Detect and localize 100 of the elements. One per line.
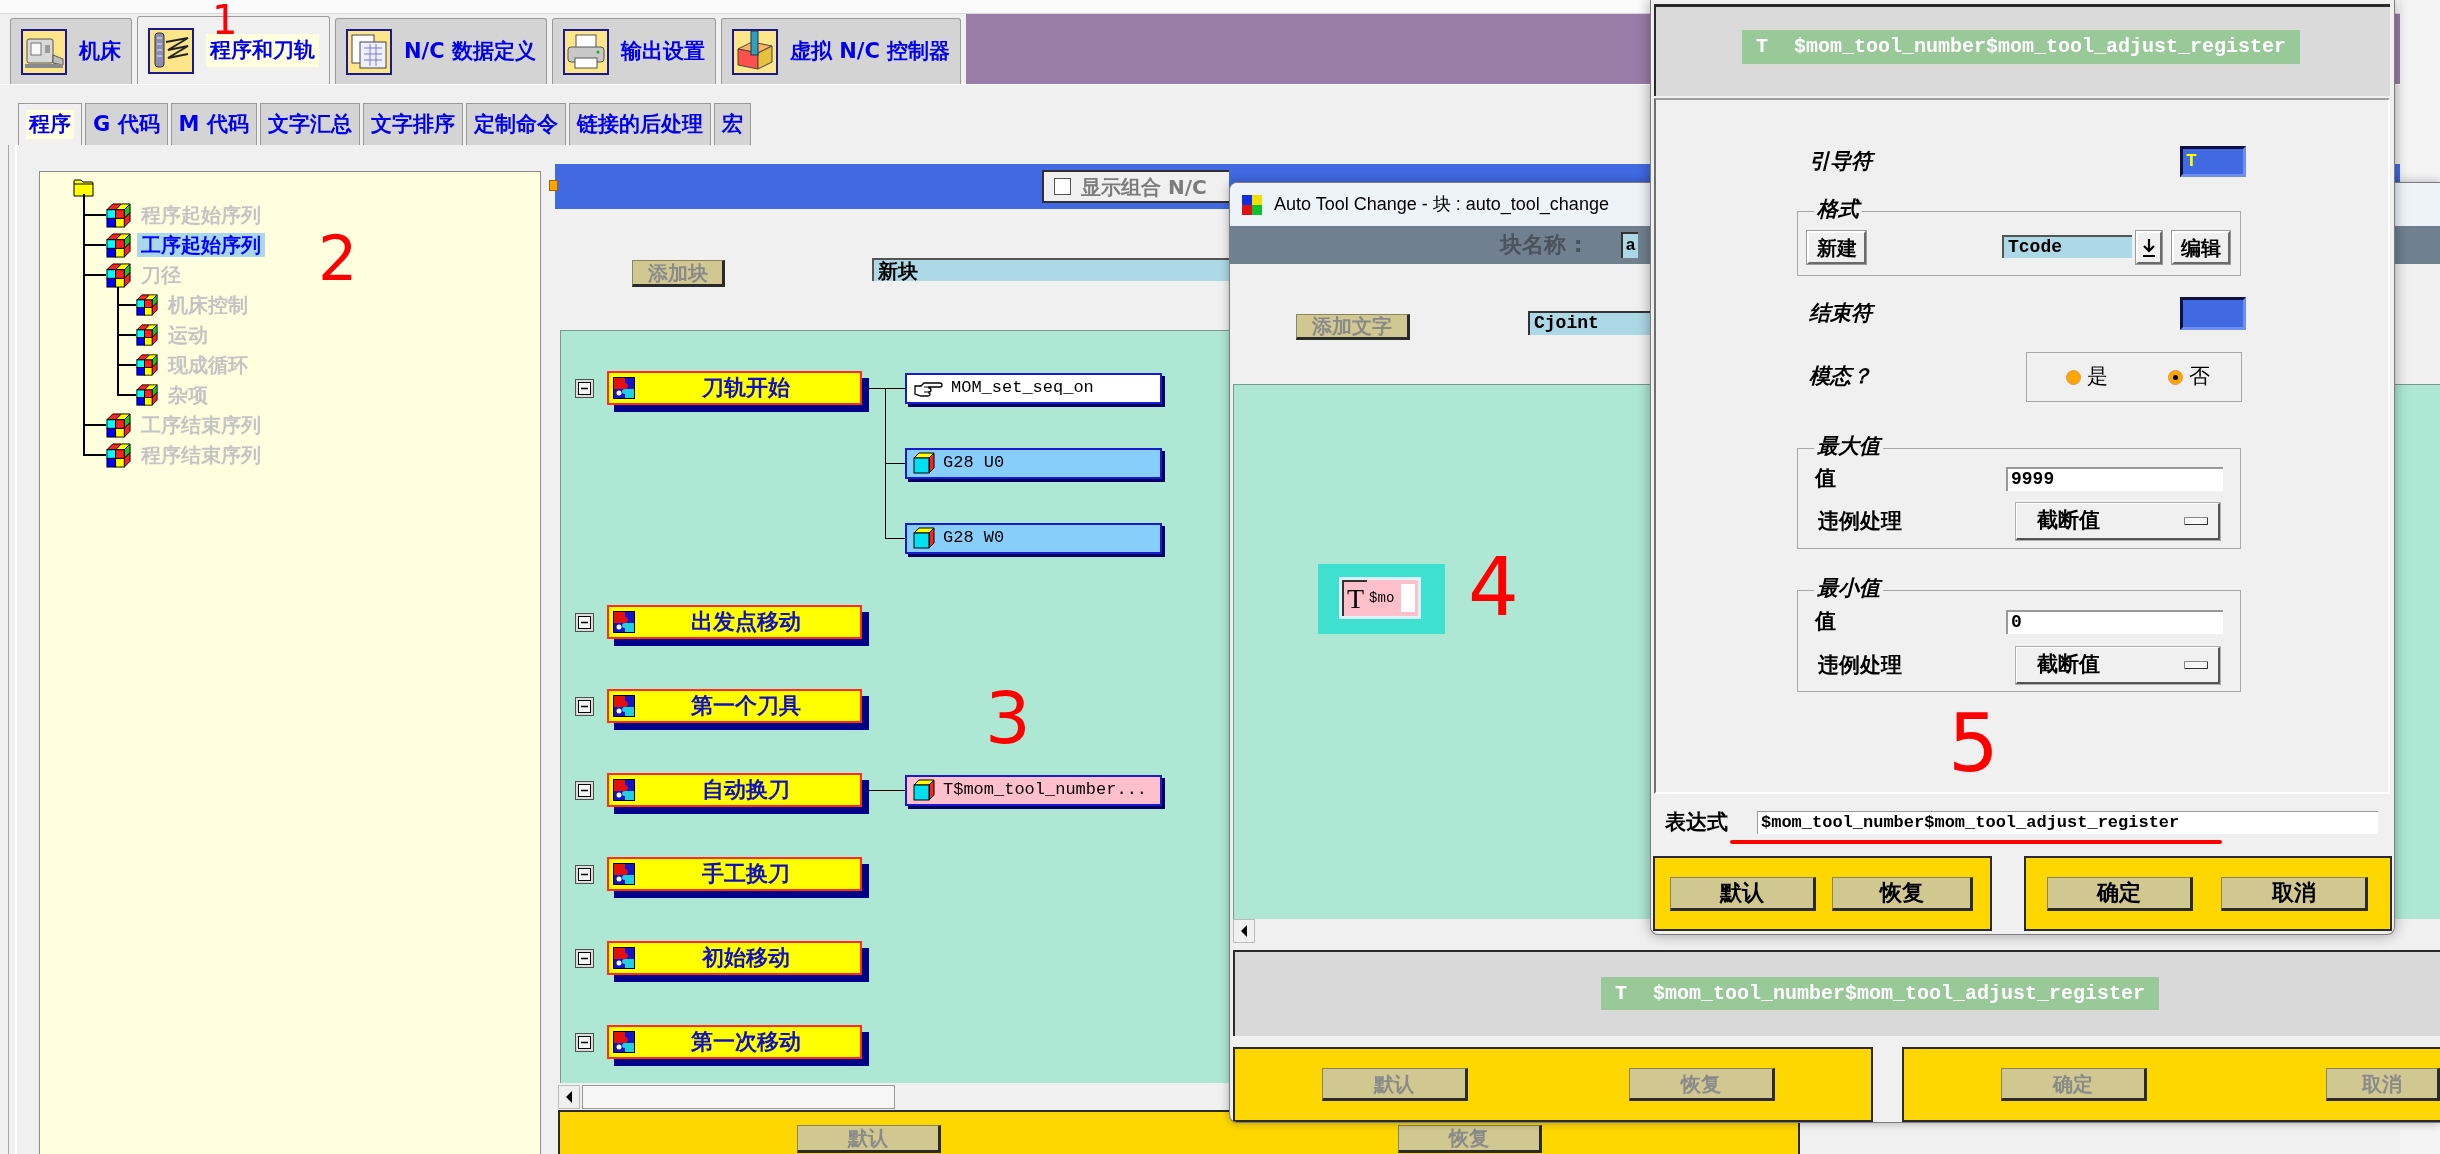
collapse-icon[interactable] xyxy=(575,378,594,398)
scroll-left-button[interactable] xyxy=(1233,919,1255,943)
puzzle-icon xyxy=(613,377,635,399)
annotation-number: 4 xyxy=(1468,548,1519,628)
cursor-block-icon xyxy=(1401,584,1415,612)
dialog-button[interactable]: 确定 xyxy=(2047,877,2193,911)
radio-label: 是 xyxy=(2087,364,2108,390)
tree-item[interactable]: 工序起始序列 xyxy=(137,233,265,257)
annotation-number: 5 xyxy=(1948,704,1999,784)
dialog-button[interactable]: 默认 xyxy=(1670,877,1816,911)
colored-cube-icon xyxy=(136,294,158,316)
subtab[interactable]: M 代码 xyxy=(170,103,257,145)
scrollbar-thumb[interactable] xyxy=(582,1084,895,1109)
word-cell[interactable]: G28 U0 xyxy=(905,447,1162,479)
colored-cube-icon xyxy=(136,384,158,406)
puzzle-icon xyxy=(613,863,635,885)
word-select-field[interactable]: Cjoint xyxy=(1528,311,1650,335)
machine-icon xyxy=(21,28,67,75)
scroll-left-button[interactable] xyxy=(558,1084,580,1109)
field-label: 违例处理 xyxy=(1817,652,1903,679)
subtab[interactable]: 程序 xyxy=(18,103,82,145)
printer-icon xyxy=(562,28,609,75)
collapse-icon[interactable] xyxy=(575,864,594,884)
puzzle-icon xyxy=(613,1031,635,1053)
colored-cube-icon xyxy=(106,412,131,438)
checkbox-label: 显示组合 N/C xyxy=(1081,174,1207,199)
field-label: 引导符 xyxy=(1809,148,2180,175)
subtab[interactable]: 链接的后处理 xyxy=(568,103,711,145)
field-label: 值 xyxy=(1815,466,1837,492)
value-field[interactable]: 9999 xyxy=(2006,467,2223,491)
collapse-icon[interactable] xyxy=(575,780,594,800)
cube-icon xyxy=(913,452,935,474)
colored-cube-icon xyxy=(106,202,131,228)
word-cell[interactable]: MOM_set_seq_on xyxy=(905,372,1162,404)
colored-cube-icon xyxy=(106,442,131,468)
puzzle-icon xyxy=(613,779,635,801)
field-label: 值 xyxy=(1815,609,1837,635)
dialog-button[interactable]: 恢复 xyxy=(1832,877,1973,911)
collapse-icon[interactable] xyxy=(575,612,594,632)
radio-label: 否 xyxy=(2189,364,2210,390)
tab[interactable]: 机床 xyxy=(10,18,132,84)
collapse-icon[interactable] xyxy=(575,948,594,968)
radio-button[interactable] xyxy=(2168,369,2183,385)
left-arrow-icon xyxy=(1240,925,1248,937)
tab[interactable]: 虚拟 N/C 控制器 xyxy=(720,18,962,84)
trailer-field[interactable] xyxy=(2180,297,2246,330)
format-field[interactable]: Tcode xyxy=(2002,235,2132,258)
format-dropdown-button[interactable] xyxy=(2136,231,2162,264)
splitter-handle[interactable] xyxy=(549,180,558,191)
violation-dropdown[interactable]: 截断值 xyxy=(2016,647,2220,684)
field-label: 表达式 xyxy=(1665,809,1729,836)
word-text: $mo xyxy=(1369,589,1395,607)
cube-icon xyxy=(913,527,935,549)
spreadsheet-icon xyxy=(346,28,392,75)
preview-expression: $mom_tool_number$mom_tool_adjust_register xyxy=(1653,981,2146,1006)
preview-leader: T xyxy=(1756,35,1768,59)
new-button[interactable]: 新建 xyxy=(1807,231,1866,264)
subtab[interactable]: 定制命令 xyxy=(465,103,566,145)
word-cell[interactable]: G28 W0 xyxy=(905,522,1162,554)
tab[interactable]: 输出设置 xyxy=(551,18,716,84)
block-name-field[interactable]: a xyxy=(1621,232,1639,258)
collapse-icon[interactable] xyxy=(575,696,594,716)
field-label: 模态？ xyxy=(1809,364,1873,390)
dropdown-indicator-icon xyxy=(2184,517,2208,525)
collapse-icon[interactable] xyxy=(575,1032,594,1052)
subtab[interactable]: 宏 xyxy=(713,103,751,145)
cutter-icon xyxy=(731,28,778,75)
cube-icon xyxy=(913,779,935,801)
word-cell[interactable]: T$mom_tool_number... xyxy=(905,774,1162,806)
colored-cube-icon xyxy=(136,324,158,346)
annotation-number: 2 xyxy=(318,228,358,290)
checkbox[interactable] xyxy=(1054,178,1071,195)
puzzle-icon xyxy=(613,695,635,717)
puzzle-icon xyxy=(613,947,635,969)
down-arrow-icon xyxy=(2142,237,2156,258)
group-title: 最小值 xyxy=(1814,576,1883,602)
expression-field[interactable]: $mom_tool_number$mom_tool_adjust_register xyxy=(1757,811,2378,834)
violation-dropdown[interactable]: 截断值 xyxy=(2016,503,2220,540)
subtab[interactable]: 文字排序 xyxy=(362,103,463,145)
subtab[interactable]: 文字汇总 xyxy=(259,103,360,145)
leader-field[interactable]: T xyxy=(2180,146,2246,177)
colored-cube-icon xyxy=(106,232,131,258)
group-title: 格式 xyxy=(1814,197,1862,223)
folder-icon xyxy=(73,179,94,197)
block-name-field[interactable]: 新块 xyxy=(872,258,1229,281)
field-label: 结束符 xyxy=(1809,300,2180,327)
window-title: Auto Tool Change - 块 : auto_tool_change xyxy=(1274,193,1609,216)
color-grid-icon xyxy=(1241,193,1263,216)
preview-expression: $mom_tool_number$mom_tool_adjust_register xyxy=(1794,35,2287,59)
dialog-button[interactable]: 取消 xyxy=(2221,877,2368,911)
toolpath-icon xyxy=(148,27,194,74)
left-arrow-icon xyxy=(565,1090,573,1103)
subtab[interactable]: G 代码 xyxy=(85,103,168,145)
field-label: 违例处理 xyxy=(1817,508,1903,535)
radio-button[interactable] xyxy=(2066,369,2081,385)
edit-button[interactable]: 编辑 xyxy=(2172,231,2230,264)
tab[interactable]: N/C 数据定义 xyxy=(335,18,547,84)
colored-cube-icon xyxy=(106,262,131,288)
value-field[interactable]: 0 xyxy=(2006,610,2223,634)
colored-cube-icon xyxy=(136,354,158,376)
